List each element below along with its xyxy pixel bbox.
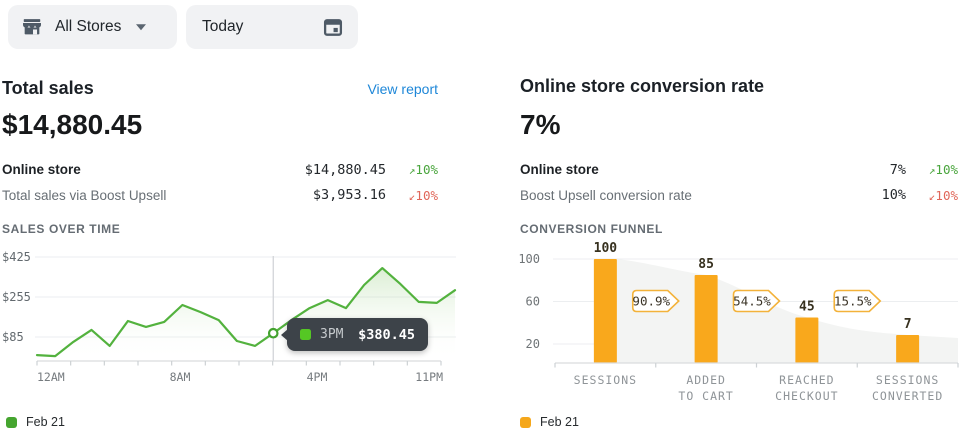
storefront-icon — [21, 16, 43, 38]
tooltip-value: $380.45 — [358, 327, 415, 343]
category-label: CONVERTED — [872, 389, 943, 403]
funnel-bar-sessions-converted[interactable] — [896, 335, 919, 363]
total-sales-panel: Total sales View report $14,880.45 Onlin… — [2, 78, 438, 236]
metric-value: $3,953.16 — [294, 187, 386, 203]
metric-row-boost-upsell-rate: Boost Upsell conversion rate 10% ↙10% — [520, 183, 958, 209]
legend-label: Feb 21 — [540, 415, 579, 429]
date-selector-label: Today — [202, 18, 243, 36]
category-label: SESSIONS — [574, 373, 637, 387]
funnel-bar-sessions[interactable] — [594, 259, 617, 363]
y-axis-label: 60 — [526, 295, 540, 309]
metric-value: 10% — [814, 187, 906, 203]
bar-value-label: 100 — [594, 241, 618, 256]
sales-chart-legend: Feb 21 — [6, 415, 65, 429]
trend-percent: 10% — [935, 188, 958, 203]
conversion-funnel-section-title: CONVERSION FUNNEL — [520, 222, 958, 236]
conversion-badge-label: 90.9% — [632, 294, 670, 309]
view-report-link[interactable]: View report — [367, 81, 438, 97]
conversion-rate-value: 7% — [520, 108, 958, 142]
x-axis-label: 11PM — [415, 370, 443, 384]
trend-percent: 10% — [935, 162, 958, 177]
metric-label: Total sales via Boost Upsell — [2, 188, 294, 203]
bar-value-label: 7 — [904, 317, 912, 332]
category-label: CHECKOUT — [775, 389, 838, 403]
legend-swatch-orange-icon — [520, 417, 531, 428]
x-axis-label: 12AM — [37, 370, 65, 384]
store-selector-label: All Stores — [55, 18, 121, 36]
y-axis-label: 20 — [526, 337, 540, 351]
funnel-chart-legend: Feb 21 — [520, 415, 579, 429]
tooltip-series-swatch-icon — [300, 329, 311, 340]
metric-value: $14,880.45 — [294, 162, 386, 178]
tooltip-time: 3PM — [320, 327, 343, 342]
y-axis-label: 100 — [518, 252, 540, 266]
conversion-funnel-chart[interactable]: 100 60 20 100 85 45 7 90.9% 54.5% 15.5% SESSIONS AD… — [515, 238, 960, 406]
date-selector-button[interactable]: Today — [186, 5, 358, 49]
metric-label: Online store — [2, 162, 294, 177]
conversion-badge-label: 15.5% — [834, 294, 872, 309]
conversion-rate-panel: Online store conversion rate 7% Online s… — [520, 76, 958, 236]
y-axis-label: $85 — [2, 330, 24, 344]
trend-badge-down: ↙10% — [906, 188, 958, 203]
legend-label: Feb 21 — [26, 415, 65, 429]
calendar-icon — [322, 16, 344, 38]
legend-swatch-green-icon — [6, 417, 17, 428]
trend-badge-up: ↗10% — [386, 162, 438, 177]
bar-value-label: 45 — [799, 299, 815, 314]
bar-value-label: 85 — [698, 257, 714, 272]
total-sales-title: Total sales — [2, 78, 94, 99]
category-label: SESSIONS — [876, 373, 939, 387]
hover-point-marker — [269, 329, 277, 337]
category-label: TO CART — [678, 389, 733, 403]
conversion-badge-label: 54.5% — [733, 294, 771, 309]
x-axis-label: 4PM — [307, 370, 328, 384]
category-label: REACHED — [779, 373, 834, 387]
trend-percent: 10% — [415, 188, 438, 203]
y-axis-label: $425 — [2, 250, 31, 264]
metric-label: Online store — [520, 162, 814, 177]
category-label: ADDED — [686, 373, 726, 387]
metric-row-online-store-rate: Online store 7% ↗10% — [520, 157, 958, 183]
conversion-rate-title: Online store conversion rate — [520, 76, 764, 97]
trend-percent: 10% — [415, 162, 438, 177]
funnel-bar-reached-checkout[interactable] — [795, 317, 818, 363]
metric-row-boost-upsell: Total sales via Boost Upsell $3,953.16 ↙… — [2, 183, 438, 209]
trend-badge-down: ↙10% — [386, 188, 438, 203]
metric-row-online-store: Online store $14,880.45 ↗10% — [2, 157, 438, 183]
chevron-down-icon — [135, 23, 147, 31]
funnel-bar-added-to-cart[interactable] — [695, 275, 718, 363]
metric-value: 7% — [814, 162, 906, 178]
chart-tooltip: 3PM $380.45 — [287, 318, 428, 351]
metric-label: Boost Upsell conversion rate — [520, 188, 814, 203]
trend-badge-up: ↗10% — [906, 162, 958, 177]
sales-over-time-section-title: SALES OVER TIME — [2, 222, 438, 236]
y-axis-label: $255 — [2, 290, 31, 304]
store-selector-button[interactable]: All Stores — [8, 5, 177, 49]
total-sales-value: $14,880.45 — [2, 108, 438, 142]
x-axis-label: 8AM — [170, 370, 191, 384]
